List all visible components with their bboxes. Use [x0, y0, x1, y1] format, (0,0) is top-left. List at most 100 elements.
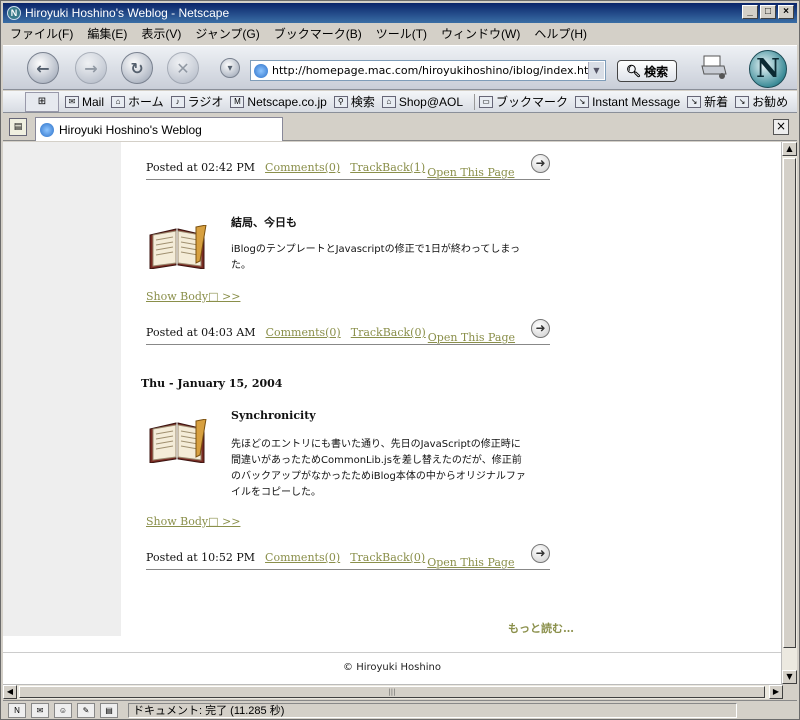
- home-icon: ⌂: [111, 95, 126, 108]
- trackback-link[interactable]: TrackBack(1): [350, 161, 425, 174]
- go-arrow-icon[interactable]: ➜: [531, 154, 550, 173]
- globe-icon: [254, 63, 268, 78]
- print-icon[interactable]: [700, 54, 728, 80]
- bookmark-icon: ↘: [735, 95, 750, 108]
- scroll-up-icon[interactable]: ▲: [782, 142, 797, 156]
- bookmark-icon: ↘: [575, 95, 590, 108]
- menu-help[interactable]: ヘルプ(H): [527, 25, 594, 42]
- toolbar-item-label: Mail: [82, 94, 105, 109]
- menu-tools[interactable]: ツール(T): [369, 25, 434, 42]
- menu-view[interactable]: 表示(V): [134, 25, 188, 42]
- forward-arrow-icon: →: [84, 58, 98, 78]
- post-body: 先ほどのエントリにも書いた通り、先日のJavaScriptの修正時に間違いがあっ…: [231, 439, 526, 498]
- browser-window: N Hiroyuki Hoshino's Weblog - Netscape _…: [0, 0, 800, 720]
- comments-link[interactable]: Comments(0): [265, 551, 340, 564]
- tab-weblog[interactable]: Hiroyuki Hoshino's Weblog: [35, 117, 283, 141]
- globe-icon: [40, 122, 54, 137]
- status-text: ドキュメント: 完了 (11.285 秒): [128, 702, 737, 718]
- toolbar-item-label: ブックマーク: [496, 95, 569, 109]
- toolbar-item-label: お勧め: [752, 95, 789, 109]
- date-heading: Thu - January 15, 2004: [141, 377, 283, 390]
- read-more-link[interactable]: もっと読む…: [508, 620, 574, 636]
- url-dropdown-icon[interactable]: ▼: [588, 62, 604, 79]
- toolbar-item-mail[interactable]: ✉ Mail: [65, 95, 104, 109]
- aim-icon[interactable]: ☺: [54, 702, 72, 718]
- close-tab-button[interactable]: ×: [773, 119, 789, 135]
- magnifier-icon: 🔍︎: [625, 64, 642, 78]
- toolbar-item-recommend[interactable]: ↘ お勧め: [735, 93, 788, 110]
- toolbar-item-label: ラジオ: [187, 95, 224, 109]
- menu-file[interactable]: ファイル(F): [3, 25, 80, 42]
- scroll-left-icon[interactable]: ◀: [3, 685, 17, 699]
- toolbar-item-radio[interactable]: ♪ ラジオ: [170, 93, 224, 110]
- netscape-icon: N: [7, 6, 21, 20]
- open-page-link[interactable]: Open This Page: [427, 166, 514, 179]
- comments-link[interactable]: Comments(0): [266, 326, 341, 339]
- posted-time: Posted at 02:42 PM: [146, 161, 256, 174]
- back-button[interactable]: ←: [27, 52, 59, 84]
- stop-button[interactable]: ✕: [167, 52, 199, 84]
- post-meta: Posted at 04:03 AM Comments(0) TrackBack…: [146, 319, 550, 345]
- book-icon: [149, 225, 207, 269]
- composer-icon[interactable]: ✎: [77, 702, 95, 718]
- toolbar-separator: [474, 93, 476, 110]
- toolbar-item-new[interactable]: ↘ 新着: [687, 93, 728, 110]
- toolbar-item-label: Instant Message: [592, 94, 681, 109]
- radio-icon: ♪: [170, 95, 185, 108]
- trackback-link[interactable]: TrackBack(0): [351, 326, 426, 339]
- tab-strip: ▤ Hiroyuki Hoshino's Weblog ×: [3, 114, 797, 141]
- reload-button[interactable]: ↻: [121, 52, 153, 84]
- go-arrow-icon[interactable]: ➜: [531, 319, 550, 338]
- post-title: Synchronicity: [231, 409, 316, 422]
- toolbar-menu-icon[interactable]: ⊞: [25, 91, 59, 112]
- reload-icon: ↻: [130, 58, 144, 78]
- scroll-thumb[interactable]: |||: [19, 686, 765, 698]
- navigation-toolbar: ← → ↻ ✕ ▾ http://homepage.mac.com/hiroyu…: [3, 45, 797, 90]
- menu-window[interactable]: ウィンドウ(W): [434, 25, 527, 42]
- title-bar: N Hiroyuki Hoshino's Weblog - Netscape _…: [3, 3, 797, 23]
- scroll-right-icon[interactable]: ▶: [769, 685, 783, 699]
- forward-button[interactable]: →: [75, 52, 107, 84]
- open-page-link[interactable]: Open This Page: [427, 556, 514, 569]
- toolbar-item-home[interactable]: ⌂ ホーム: [111, 93, 164, 110]
- menu-bookmarks[interactable]: ブックマーク(B): [267, 25, 369, 42]
- new-tab-icon[interactable]: ▤: [9, 118, 27, 136]
- url-text: http://homepage.mac.com/hiroyukihoshino/…: [272, 64, 603, 77]
- post-meta: Posted at 02:42 PM Comments(0) TrackBack…: [146, 154, 550, 180]
- comments-link[interactable]: Comments(0): [265, 161, 340, 174]
- toolbar-item-netscape[interactable]: M Netscape.co.jp: [230, 95, 327, 109]
- toolbar-item-shop[interactable]: ⌂ Shop@AOL: [381, 95, 463, 109]
- addressbook-icon[interactable]: ▤: [100, 702, 118, 718]
- close-window-button[interactable]: ×: [778, 5, 794, 19]
- history-dropdown-button[interactable]: ▾: [220, 58, 240, 78]
- posted-time: Posted at 10:52 PM: [146, 551, 256, 564]
- url-bar[interactable]: http://homepage.mac.com/hiroyukihoshino/…: [250, 60, 606, 81]
- toolbar-item-search[interactable]: ⚲ 検索: [333, 93, 375, 110]
- show-body-link[interactable]: Show Body□ >>: [146, 290, 240, 303]
- toolbar-item-instant-message[interactable]: ↘ Instant Message: [575, 95, 680, 109]
- vertical-scrollbar[interactable]: ▲ ▼: [781, 142, 797, 684]
- menu-go[interactable]: ジャンプ(G): [188, 25, 266, 42]
- open-page-link[interactable]: Open This Page: [428, 331, 515, 344]
- netscape-status-icon[interactable]: N: [8, 702, 26, 718]
- horizontal-scrollbar[interactable]: ◀ ||| ▶: [3, 684, 783, 699]
- go-arrow-icon[interactable]: ➜: [531, 544, 550, 563]
- posted-time: Posted at 04:03 AM: [146, 326, 256, 339]
- bookmark-icon: ↘: [687, 95, 702, 108]
- menu-edit[interactable]: 編集(E): [80, 25, 134, 42]
- trackback-link[interactable]: TrackBack(0): [350, 551, 425, 564]
- book-icon: [149, 419, 207, 463]
- scroll-thumb[interactable]: [783, 158, 796, 648]
- maximize-button[interactable]: □: [760, 5, 776, 19]
- show-body-link[interactable]: Show Body□ >>: [146, 515, 240, 528]
- scroll-down-icon[interactable]: ▼: [782, 670, 797, 684]
- mail-icon[interactable]: ✉: [31, 702, 49, 718]
- status-bar: N ✉ ☺ ✎ ▤ ドキュメント: 完了 (11.285 秒): [3, 700, 797, 719]
- toolbar-item-label: 新着: [704, 95, 729, 109]
- shop-icon: ⌂: [381, 95, 396, 108]
- toolbar-item-bookmarks[interactable]: ▭ ブックマーク: [479, 93, 568, 110]
- tab-title: Hiroyuki Hoshino's Weblog: [59, 122, 202, 137]
- search-button[interactable]: 🔍︎ 検索: [617, 60, 677, 82]
- netscape-logo[interactable]: N: [749, 50, 787, 88]
- minimize-button[interactable]: _: [742, 5, 758, 19]
